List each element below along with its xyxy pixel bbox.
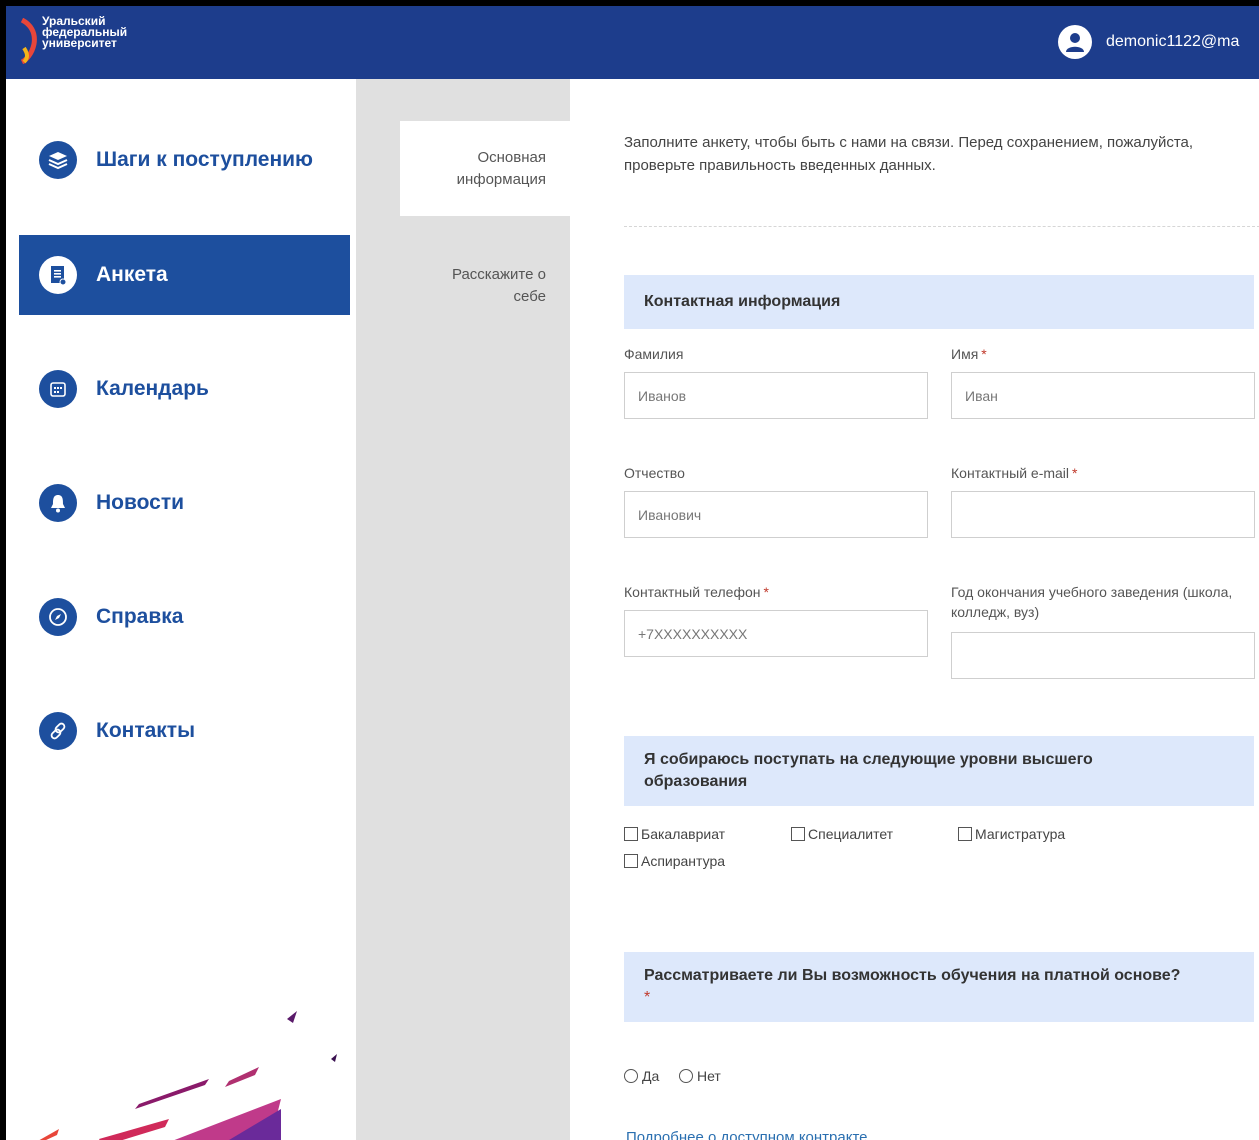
section-title: Контактная информация <box>644 293 841 310</box>
label-text: Имя <box>951 346 979 362</box>
last-name-input[interactable]: Иванов <box>624 372 928 419</box>
urfu-logo[interactable]: Уральский федеральный университет <box>20 15 170 68</box>
phone-label: Контактный телефон * <box>624 582 769 602</box>
checkbox-box[interactable] <box>624 854 638 868</box>
logo-text: Уральский федеральный университет <box>42 15 127 50</box>
checkbox-box[interactable] <box>624 827 638 841</box>
required-mark: * <box>644 989 651 1006</box>
sidebar-item-label: Анкета <box>96 263 168 286</box>
sidebar-item-label: Шаги к поступлению <box>96 148 313 171</box>
label-text: Контактный телефон <box>624 584 761 600</box>
sidebar-item-contacts[interactable]: Контакты <box>19 691 350 771</box>
placeholder-text: +7XXXXXXXXXX <box>638 625 748 642</box>
bell-icon <box>39 484 77 522</box>
radio-yes[interactable]: Да <box>624 1068 659 1084</box>
top-bar: Уральский федеральный университет demoni… <box>6 6 1259 79</box>
checkbox-specialist[interactable]: Специалитет <box>791 826 893 842</box>
required-mark: * <box>1072 465 1078 481</box>
contract-info-link[interactable]: Подробнее о доступном контракте <box>626 1129 868 1140</box>
checkbox-label: Аспирантура <box>641 853 726 869</box>
checkbox-master[interactable]: Магистратура <box>958 826 1065 842</box>
logo-mark-icon <box>20 18 37 64</box>
username: demonic1122@ma <box>1106 33 1240 50</box>
checkbox-label: Специалитет <box>808 826 894 842</box>
section-title: Я собираюсь поступать на следующие уровн… <box>644 751 1093 790</box>
section-contact-info: Контактная информация <box>624 275 1254 329</box>
sidebar-item-steps[interactable]: Шаги к поступлению <box>19 120 350 200</box>
compass-icon <box>39 598 77 636</box>
required-mark: * <box>981 346 987 362</box>
form-tabs: Основная информация Расскажите о себе <box>356 79 570 1140</box>
first-name-label: Имя * <box>951 344 987 364</box>
grad-year-label: Год окончания учебного заведения (школа,… <box>951 582 1251 622</box>
calendar-icon <box>39 370 77 408</box>
radio-no[interactable]: Нет <box>679 1068 721 1084</box>
phone-input[interactable]: +7XXXXXXXXXX <box>624 610 928 657</box>
patronymic-label: Отчество <box>624 463 685 483</box>
checkbox-label: Магистратура <box>975 826 1066 842</box>
document-icon <box>39 256 77 294</box>
section-title: Рассматриваете ли Вы возможность обучени… <box>644 967 1181 984</box>
label-text: Отчество <box>624 465 685 481</box>
tab-label: Основная информация <box>456 148 546 188</box>
sidebar-item-calendar[interactable]: Календарь <box>19 349 350 429</box>
divider <box>624 226 1259 227</box>
sidebar-item-questionnaire[interactable]: Анкета <box>19 235 350 315</box>
radio-circle[interactable] <box>624 1069 638 1083</box>
label-text: Год окончания учебного заведения (школа,… <box>951 584 1233 620</box>
radio-label: Нет <box>697 1068 721 1084</box>
placeholder-text: Иван <box>965 387 998 404</box>
sidebar: Шаги к поступлению Анкета Календарь Ново… <box>19 79 350 1140</box>
required-mark: * <box>763 584 769 600</box>
user-menu[interactable]: demonic1122@ma <box>1058 24 1239 60</box>
section-education-levels: Я собираюсь поступать на следующие уровн… <box>624 736 1254 806</box>
link-icon <box>39 712 77 750</box>
sidebar-item-news[interactable]: Новости <box>19 463 350 543</box>
checkbox-postgraduate[interactable]: Аспирантура <box>624 853 725 869</box>
grad-year-input[interactable] <box>951 632 1255 679</box>
first-name-input[interactable]: Иван <box>951 372 1255 419</box>
email-label: Контактный e-mail * <box>951 463 1077 483</box>
questionnaire-form: Заполните анкету, чтобы быть с нами на с… <box>570 79 1259 1140</box>
checkbox-bachelor[interactable]: Бакалавриат <box>624 826 725 842</box>
sidebar-item-label: Календарь <box>96 377 209 400</box>
stack-icon <box>39 141 77 179</box>
sidebar-item-label: Контакты <box>96 719 196 742</box>
label-text: Контактный e-mail <box>951 465 1070 481</box>
form-intro: Заполните анкету, чтобы быть с нами на с… <box>624 134 1194 174</box>
patronymic-input[interactable]: Иванович <box>624 491 928 538</box>
sidebar-item-help[interactable]: Справка <box>19 577 350 657</box>
checkbox-box[interactable] <box>958 827 972 841</box>
checkbox-label: Бакалавриат <box>641 826 726 842</box>
tab-main-info[interactable]: Основная информация <box>400 121 570 216</box>
radio-label: Да <box>642 1068 660 1084</box>
sidebar-item-label: Новости <box>96 491 185 514</box>
email-input[interactable] <box>951 491 1255 538</box>
label-text: Фамилия <box>624 346 684 362</box>
tab-label: Расскажите о себе <box>451 266 546 305</box>
user-avatar-icon <box>1058 25 1092 59</box>
placeholder-text: Иванов <box>638 387 687 404</box>
section-paid-education: Рассматриваете ли Вы возможность обучени… <box>624 952 1254 1022</box>
checkbox-box[interactable] <box>791 827 805 841</box>
radio-circle[interactable] <box>679 1069 693 1083</box>
tab-about-yourself[interactable]: Расскажите о себе <box>400 264 570 308</box>
placeholder-text: Иванович <box>638 506 702 523</box>
sidebar-item-label: Справка <box>96 605 184 628</box>
last-name-label: Фамилия <box>624 344 683 364</box>
logo-line: университет <box>42 36 117 50</box>
decorative-streaks <box>39 1011 337 1140</box>
page-frame: Уральский федеральный университет demoni… <box>0 0 1259 1140</box>
